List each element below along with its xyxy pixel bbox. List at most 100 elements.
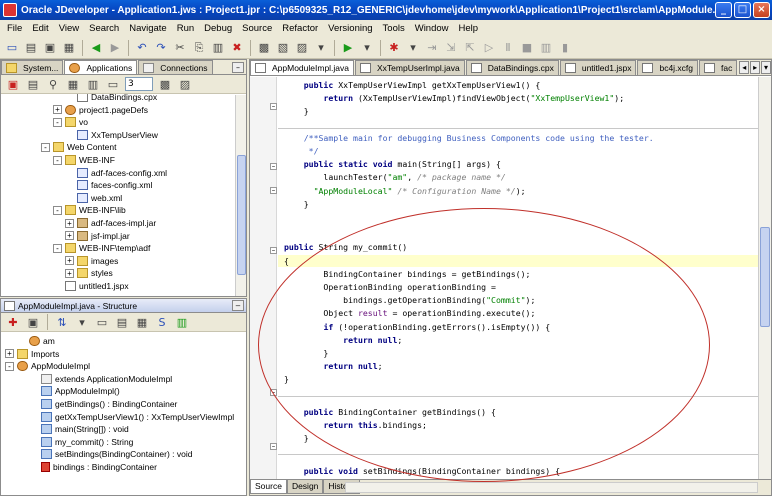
tree-node[interactable]: - AppModuleImpl [5,360,90,372]
open-icon[interactable]: ▤ [23,40,39,56]
menu-refactor[interactable]: Refactor [277,23,323,34]
tree-node[interactable]: - WEB-INF [53,154,115,166]
collapse-toggle[interactable]: - [53,243,62,253]
tab-list-icon[interactable]: ▾ [761,61,771,74]
collapse-toggle[interactable]: - [41,142,50,152]
minimize-panel-button[interactable]: – [232,300,244,311]
menu-debug[interactable]: Debug [199,23,237,34]
menu-versioning[interactable]: Versioning [323,23,377,34]
save-all-icon[interactable]: ▦ [61,40,77,56]
fold-marker[interactable]: – [270,163,277,170]
view-icon[interactable]: ▤ [25,76,41,92]
collapse-toggle[interactable]: - [53,205,62,215]
editor-scrollbar[interactable] [758,77,771,480]
tree-node[interactable]: XxTempUserView [65,129,158,141]
filter-icon[interactable]: ⚲ [45,76,61,92]
expand-toggle[interactable]: + [65,231,74,241]
forward-icon[interactable]: ▶ [107,40,123,56]
tree-node[interactable]: - Web Content [41,141,116,153]
code-line[interactable]: OperationBinding operationBinding = [278,281,759,293]
menu-view[interactable]: View [54,23,84,34]
tree-node[interactable]: faces-config.xml [65,179,152,191]
menu-navigate[interactable]: Navigate [124,23,172,34]
sort-icon[interactable]: ▥ [85,76,101,92]
show-source-icon[interactable]: S [154,314,170,330]
editor-tab[interactable]: DataBindings.cpx [465,60,559,75]
editor-tab[interactable]: untitled1.jspx [559,60,637,75]
collapse-toggle[interactable]: - [53,117,62,127]
pause-icon[interactable]: Ⅱ [500,40,516,56]
freeze-icon[interactable]: ▣ [25,314,41,330]
fold-marker[interactable]: – [270,389,277,396]
scroll-thumb[interactable] [237,155,246,275]
sort-icon[interactable]: ⇅ [54,314,70,330]
redo-icon[interactable]: ↷ [153,40,169,56]
cut-icon[interactable]: ✂ [172,40,188,56]
run-dropdown-icon[interactable]: ▾ [359,40,375,56]
settings-icon[interactable]: ▦ [65,76,81,92]
menu-help[interactable]: Help [454,23,484,34]
expand-toggle[interactable]: + [65,268,74,278]
fold-marker[interactable]: – [270,103,277,110]
expand-toggle[interactable]: + [65,218,74,228]
show-fields-icon[interactable]: ▤ [114,314,130,330]
tab-system[interactable]: System... [1,60,64,74]
menu-source[interactable]: Source [237,23,277,34]
dropdown-icon[interactable]: ▾ [313,40,329,56]
delete-icon[interactable]: ✖ [229,40,245,56]
deploy-icon[interactable]: ▨ [294,40,310,56]
code-line[interactable]: public BindingContainer getBindings() { [278,406,759,418]
menu-edit[interactable]: Edit [27,23,53,34]
tree-node[interactable]: - vo [53,116,88,128]
code-line[interactable]: return null; [278,334,759,346]
scroll-tabs-left-icon[interactable]: ◂ [739,61,750,74]
expand-toggle[interactable]: + [5,349,14,359]
tab-source[interactable]: Source [250,480,287,494]
source-code[interactable]: public XxTempUserViewImpl getXxTempUserV… [278,77,759,480]
debug-icon[interactable]: ✱ [386,40,402,56]
code-line[interactable]: { [278,254,759,267]
code-line[interactable] [278,387,759,399]
menu-search[interactable]: Search [84,23,124,34]
tab-applications[interactable]: Applications [64,60,138,74]
fold-marker[interactable]: – [270,443,277,450]
tree-node[interactable]: getBindings() : BindingContainer [29,398,177,410]
menu-run[interactable]: Run [172,23,199,34]
pin-icon[interactable]: ✚ [5,314,21,330]
tree-node[interactable]: web.xml [65,192,122,204]
make-icon[interactable]: ▩ [256,40,272,56]
tab-connections[interactable]: Connections [138,60,213,74]
refresh-icon[interactable]: ▣ [5,76,21,92]
code-line[interactable]: return null; [278,360,759,372]
navigator-scrollbar[interactable] [235,95,246,296]
folder-icon[interactable]: ▭ [105,76,121,92]
tree-node[interactable]: setBindings(BindingContainer) : void [29,448,193,460]
tree-node[interactable]: untitled1.jspx [53,280,129,292]
code-line[interactable]: } [278,198,759,210]
code-line[interactable] [278,211,759,223]
tree-node[interactable]: + images [65,255,118,267]
minimize-panel-button[interactable]: – [232,61,244,73]
code-line[interactable]: public static void main(String[] args) { [278,158,759,170]
maximize-button[interactable]: □ [734,2,751,18]
scroll-tabs-right-icon[interactable]: ▸ [750,61,761,74]
tree-node[interactable]: + styles [65,267,113,279]
collapse-toggle[interactable]: - [5,361,14,371]
tree-node[interactable]: getXxTempUserView1() : XxTempUserViewImp… [29,411,234,423]
code-line[interactable] [278,445,759,457]
tree-node[interactable]: main(String[]) : void [29,423,129,435]
tree-node[interactable]: - WEB-INF\lib [53,204,126,216]
step-out-icon[interactable]: ⇱ [462,40,478,56]
step-over-icon[interactable]: ⇥ [424,40,440,56]
tree-node[interactable]: + adf-faces-impl.jar [65,217,156,229]
tree-node[interactable]: adf-faces-config.xml [65,167,167,179]
editor-tab[interactable]: AppModuleImpl.java [250,60,355,75]
tree-node[interactable]: + project1.pageDefs [53,104,148,116]
menu-window[interactable]: Window [410,23,454,34]
minimize-button[interactable]: _ [715,2,732,18]
garbage-icon[interactable]: ▥ [538,40,554,56]
tree-node[interactable]: my_commit() : String [29,436,133,448]
menu-tools[interactable]: Tools [378,23,410,34]
dropdown-icon[interactable]: ▾ [74,314,90,330]
rebuild-icon[interactable]: ▧ [275,40,291,56]
